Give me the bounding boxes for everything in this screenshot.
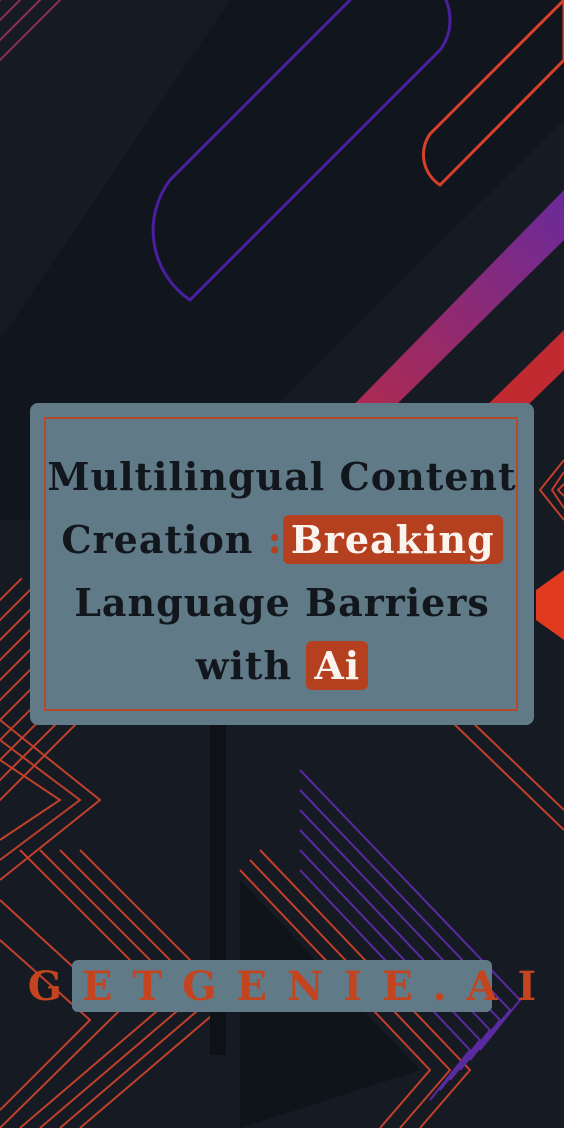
- headline-card: Multilingual Content Creation : Breaking …: [30, 403, 534, 725]
- headline: Multilingual Content Creation : Breaking …: [30, 445, 534, 697]
- headline-line-3: Language Barriers: [74, 580, 490, 625]
- headline-word-with: with: [195, 643, 293, 688]
- brand-badge[interactable]: GETGENIE.AI: [28, 960, 536, 1012]
- headline-word-creation: Creation: [61, 517, 254, 562]
- headline-line-4: with Ai: [30, 634, 534, 697]
- headline-colon: :: [267, 517, 283, 562]
- brand-label: GETGENIE.AI: [27, 962, 557, 1010]
- headline-highlight-ai: Ai: [306, 641, 369, 690]
- headline-line-1: Multilingual Content: [47, 454, 517, 499]
- headline-line-2: Creation : Breaking: [30, 508, 534, 571]
- headline-highlight-breaking: Breaking: [282, 515, 503, 564]
